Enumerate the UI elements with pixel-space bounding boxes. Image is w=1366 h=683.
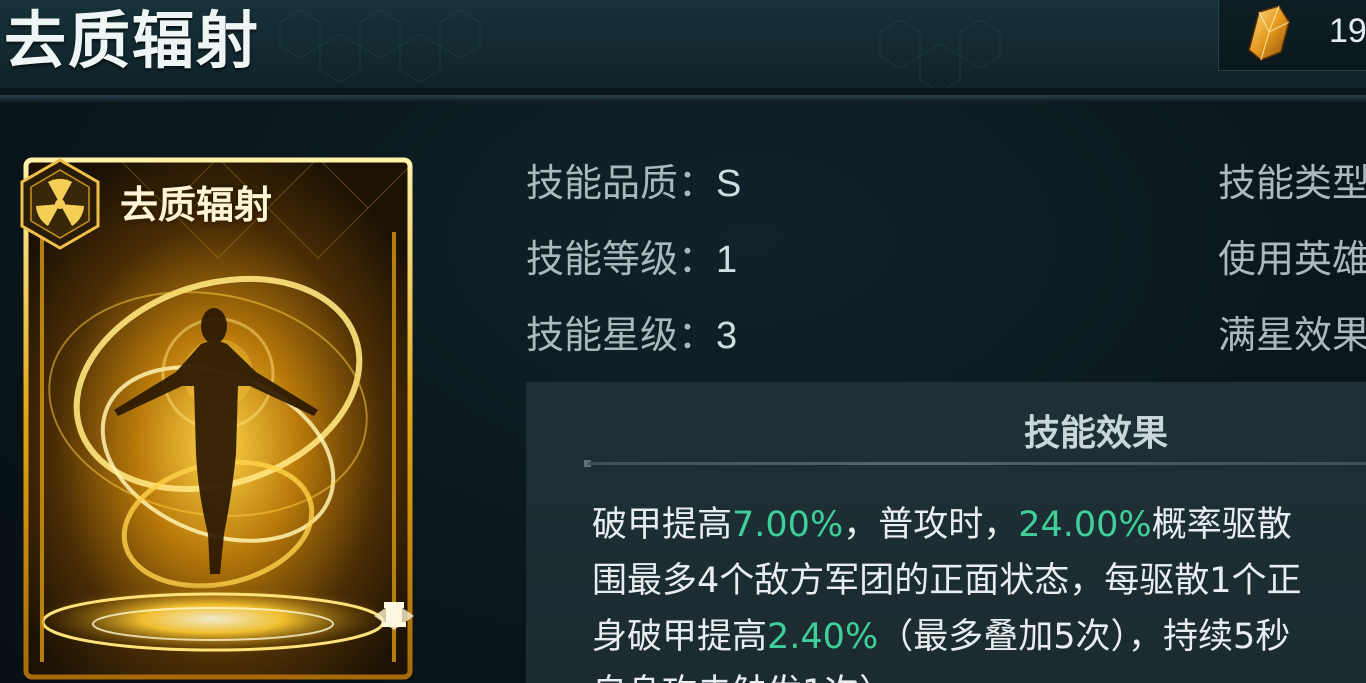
effect-panel: 技能效果 破甲提高7.00%，普攻时，24.00%概率驱散 围最多4个敌方军团的… xyxy=(526,382,1366,683)
skill-type-label: 技能类型 xyxy=(1218,161,1366,205)
full-star-label: 满星效果 xyxy=(1218,313,1366,357)
effect-value: 7.00% xyxy=(732,505,844,545)
effect-panel-title: 技能效果 xyxy=(1023,412,1168,454)
skill-quality-value: S xyxy=(716,163,742,205)
skill-card-art xyxy=(20,157,414,680)
effect-text: 破甲提高 xyxy=(592,505,733,545)
skill-level: 技能等级：1 xyxy=(526,228,737,283)
header-divider xyxy=(0,88,1366,102)
hero-label: 使用英雄 xyxy=(1218,237,1366,281)
effect-text: 身破甲提高 xyxy=(592,617,768,657)
effect-value: 2.40% xyxy=(767,617,879,657)
skill-quality-label: 技能品质： xyxy=(526,161,717,205)
header-bar: 去质辐射 19 xyxy=(0,0,1366,88)
skill-level-value: 1 xyxy=(716,239,738,281)
effect-line-1: 破甲提高7.00%，普攻时，24.00%概率驱散 xyxy=(592,496,1292,547)
amber-crystal-icon xyxy=(1248,5,1290,61)
skill-star-label: 技能星级： xyxy=(526,313,717,357)
effect-text: ，普攻时， xyxy=(843,505,1019,545)
skill-quality: 技能品质：S xyxy=(526,152,741,207)
skill-star: 技能星级：3 xyxy=(526,304,737,359)
skill-star-value: 3 xyxy=(716,315,738,357)
currency-value: 19 xyxy=(1329,12,1366,50)
skill-card-name: 去质辐射 xyxy=(120,182,273,227)
skill-level-label: 技能等级： xyxy=(526,237,717,281)
page-title: 去质辐射 xyxy=(4,4,261,77)
effect-value: 24.00% xyxy=(1018,505,1152,545)
effect-text: （最多叠加5次），持续5秒 xyxy=(878,617,1291,657)
effect-divider xyxy=(588,462,1366,465)
skill-card[interactable]: 去质辐射 xyxy=(18,154,416,683)
effect-line-2: 围最多4个敌方军团的正面状态，每驱散1个正 xyxy=(592,561,1302,601)
effect-text: 概率驱散 xyxy=(1151,505,1292,545)
currency-display: 19 xyxy=(1218,0,1366,71)
effect-line-4: 自身攻击触发1次） xyxy=(592,664,894,683)
effect-line-3: 身破甲提高2.40%（最多叠加5次），持续5秒 xyxy=(592,608,1290,659)
